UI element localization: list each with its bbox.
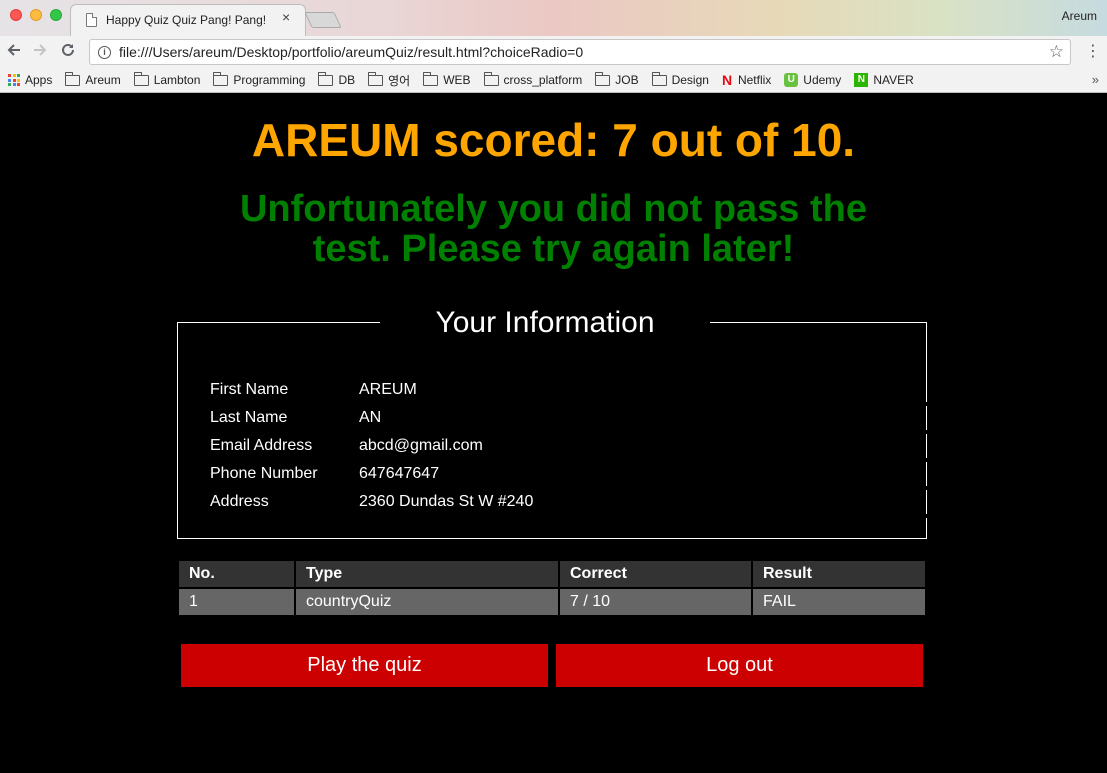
- folder-icon: [423, 71, 439, 86]
- bookmark-label: Lambton: [153, 73, 201, 87]
- bookmark-star-icon[interactable]: ☆: [1049, 42, 1064, 62]
- udemy-icon: U: [784, 73, 799, 87]
- info-row-email: Email Address abcd@gmail.com: [210, 437, 483, 455]
- forward-arrow-icon[interactable]: [32, 42, 48, 62]
- bookmarks-bar: Apps Areum Lambton Programming DB 영어 WEB: [0, 68, 1107, 93]
- bookmark-label: NAVER: [873, 73, 914, 87]
- results-table: No. Type Correct Result 1 countryQuiz 7 …: [177, 559, 927, 617]
- bookmark-label: WEB: [443, 73, 471, 87]
- folder-icon: [595, 71, 611, 86]
- bookmark-netflix[interactable]: N Netflix: [722, 73, 771, 87]
- bookmark-folder-programming[interactable]: Programming: [213, 71, 306, 87]
- bookmark-label: JOB: [615, 73, 639, 87]
- result-message: Unfortunately you did not pass the test.…: [239, 188, 868, 270]
- bookmark-folder-db[interactable]: DB: [318, 71, 356, 87]
- info-row-first-name: First Name AREUM: [210, 381, 417, 399]
- netflix-icon: N: [721, 72, 733, 88]
- apps-grid-icon: [8, 74, 20, 86]
- bookmark-udemy[interactable]: U Udemy: [784, 73, 841, 87]
- folder-icon: [368, 71, 384, 86]
- info-title: Your Information: [380, 303, 710, 343]
- window-minimize-button[interactable]: [30, 9, 42, 21]
- bookmarks-more-icon[interactable]: »: [1092, 72, 1099, 87]
- info-label: Email Address: [210, 437, 313, 454]
- folder-icon: [318, 71, 334, 86]
- column-header-type: Type: [296, 561, 558, 587]
- table-row: 1 countryQuiz 7 / 10 FAIL: [179, 589, 925, 615]
- back-arrow-icon[interactable]: [6, 42, 22, 62]
- info-label: Last Name: [210, 409, 288, 426]
- info-label: Phone Number: [210, 465, 318, 482]
- bookmark-label: cross_platform: [503, 73, 583, 87]
- bookmark-label: Areum: [85, 73, 121, 87]
- page-content: AREUM scored: 7 out of 10. Unfortunately…: [0, 93, 1107, 773]
- bookmark-folder-lambton[interactable]: Lambton: [133, 71, 201, 87]
- window-close-button[interactable]: [10, 9, 22, 21]
- naver-icon: N: [854, 73, 869, 87]
- page-icon: [86, 13, 97, 27]
- score-heading: AREUM scored: 7 out of 10.: [251, 114, 856, 166]
- column-header-no: No.: [179, 561, 294, 587]
- info-value: abcd@gmail.com: [359, 437, 483, 454]
- bookmark-folder-cross-platform[interactable]: cross_platform: [483, 71, 583, 87]
- cell-type: countryQuiz: [296, 589, 558, 615]
- folder-icon: [651, 71, 667, 86]
- bookmark-label: Programming: [233, 73, 306, 87]
- info-row-last-name: Last Name AN: [210, 409, 381, 427]
- fieldset-border-right: [926, 378, 927, 538]
- info-label: Address: [210, 493, 269, 510]
- bookmark-naver[interactable]: N NAVER: [854, 73, 914, 87]
- bookmark-folder-areum[interactable]: Areum: [65, 71, 121, 87]
- bookmark-folder-design[interactable]: Design: [651, 71, 709, 87]
- info-label: First Name: [210, 381, 289, 398]
- bookmark-apps[interactable]: Apps: [8, 73, 52, 87]
- bookmark-label: 영어: [388, 73, 411, 88]
- cell-result: FAIL: [753, 589, 925, 615]
- title-bar: Happy Quiz Quiz Pang! Pang! × Areum: [0, 0, 1107, 36]
- folder-icon: [483, 71, 499, 86]
- logout-button[interactable]: Log out: [556, 644, 923, 687]
- column-header-correct: Correct: [560, 561, 751, 587]
- browser-tab-content[interactable]: Happy Quiz Quiz Pang! Pang!: [78, 4, 298, 36]
- folder-icon: [133, 71, 149, 86]
- info-row-phone: Phone Number 647647647: [210, 465, 439, 483]
- info-value: AN: [359, 409, 382, 426]
- profile-name[interactable]: Areum: [1062, 9, 1097, 23]
- tab-title: Happy Quiz Quiz Pang! Pang!: [106, 13, 267, 27]
- tab-close-icon[interactable]: ×: [282, 10, 290, 24]
- address-bar[interactable]: i file:///Users/areum/Desktop/portfolio/…: [89, 39, 1071, 65]
- bookmark-label: Apps: [25, 73, 53, 87]
- info-value: 647647647: [359, 465, 440, 482]
- window-maximize-button[interactable]: [50, 9, 62, 21]
- info-value: 2360 Dundas St W #240: [359, 493, 534, 510]
- info-icon[interactable]: i: [98, 45, 111, 59]
- menu-dots-icon[interactable]: ⋮: [1085, 42, 1101, 62]
- cell-correct: 7 / 10: [560, 589, 751, 615]
- table-header-row: No. Type Correct Result: [179, 561, 925, 587]
- cell-no: 1: [179, 589, 294, 615]
- bookmark-label: Design: [671, 73, 709, 87]
- bookmark-label: Udemy: [803, 73, 842, 87]
- toolbar: i file:///Users/areum/Desktop/portfolio/…: [0, 36, 1107, 68]
- play-quiz-button[interactable]: Play the quiz: [181, 644, 548, 687]
- user-info-fieldset: Your Information First Name AREUM Last N…: [177, 303, 927, 539]
- bookmark-folder-job[interactable]: JOB: [595, 71, 639, 87]
- browser-chrome: Happy Quiz Quiz Pang! Pang! × Areum i fi…: [0, 0, 1107, 93]
- folder-icon: [213, 71, 229, 86]
- reload-icon[interactable]: [60, 42, 76, 62]
- folder-icon: [65, 71, 81, 86]
- bookmark-label: DB: [338, 73, 356, 87]
- bookmark-folder-web[interactable]: WEB: [423, 71, 471, 87]
- info-row-address: Address 2360 Dundas St W #240: [210, 493, 533, 511]
- new-tab-button[interactable]: [304, 12, 342, 28]
- bookmark-label: Netflix: [737, 73, 772, 87]
- url-text[interactable]: file:///Users/areum/Desktop/portfolio/ar…: [119, 44, 583, 60]
- column-header-result: Result: [753, 561, 925, 587]
- info-value: AREUM: [359, 381, 417, 398]
- bookmark-folder-english[interactable]: 영어: [368, 71, 411, 89]
